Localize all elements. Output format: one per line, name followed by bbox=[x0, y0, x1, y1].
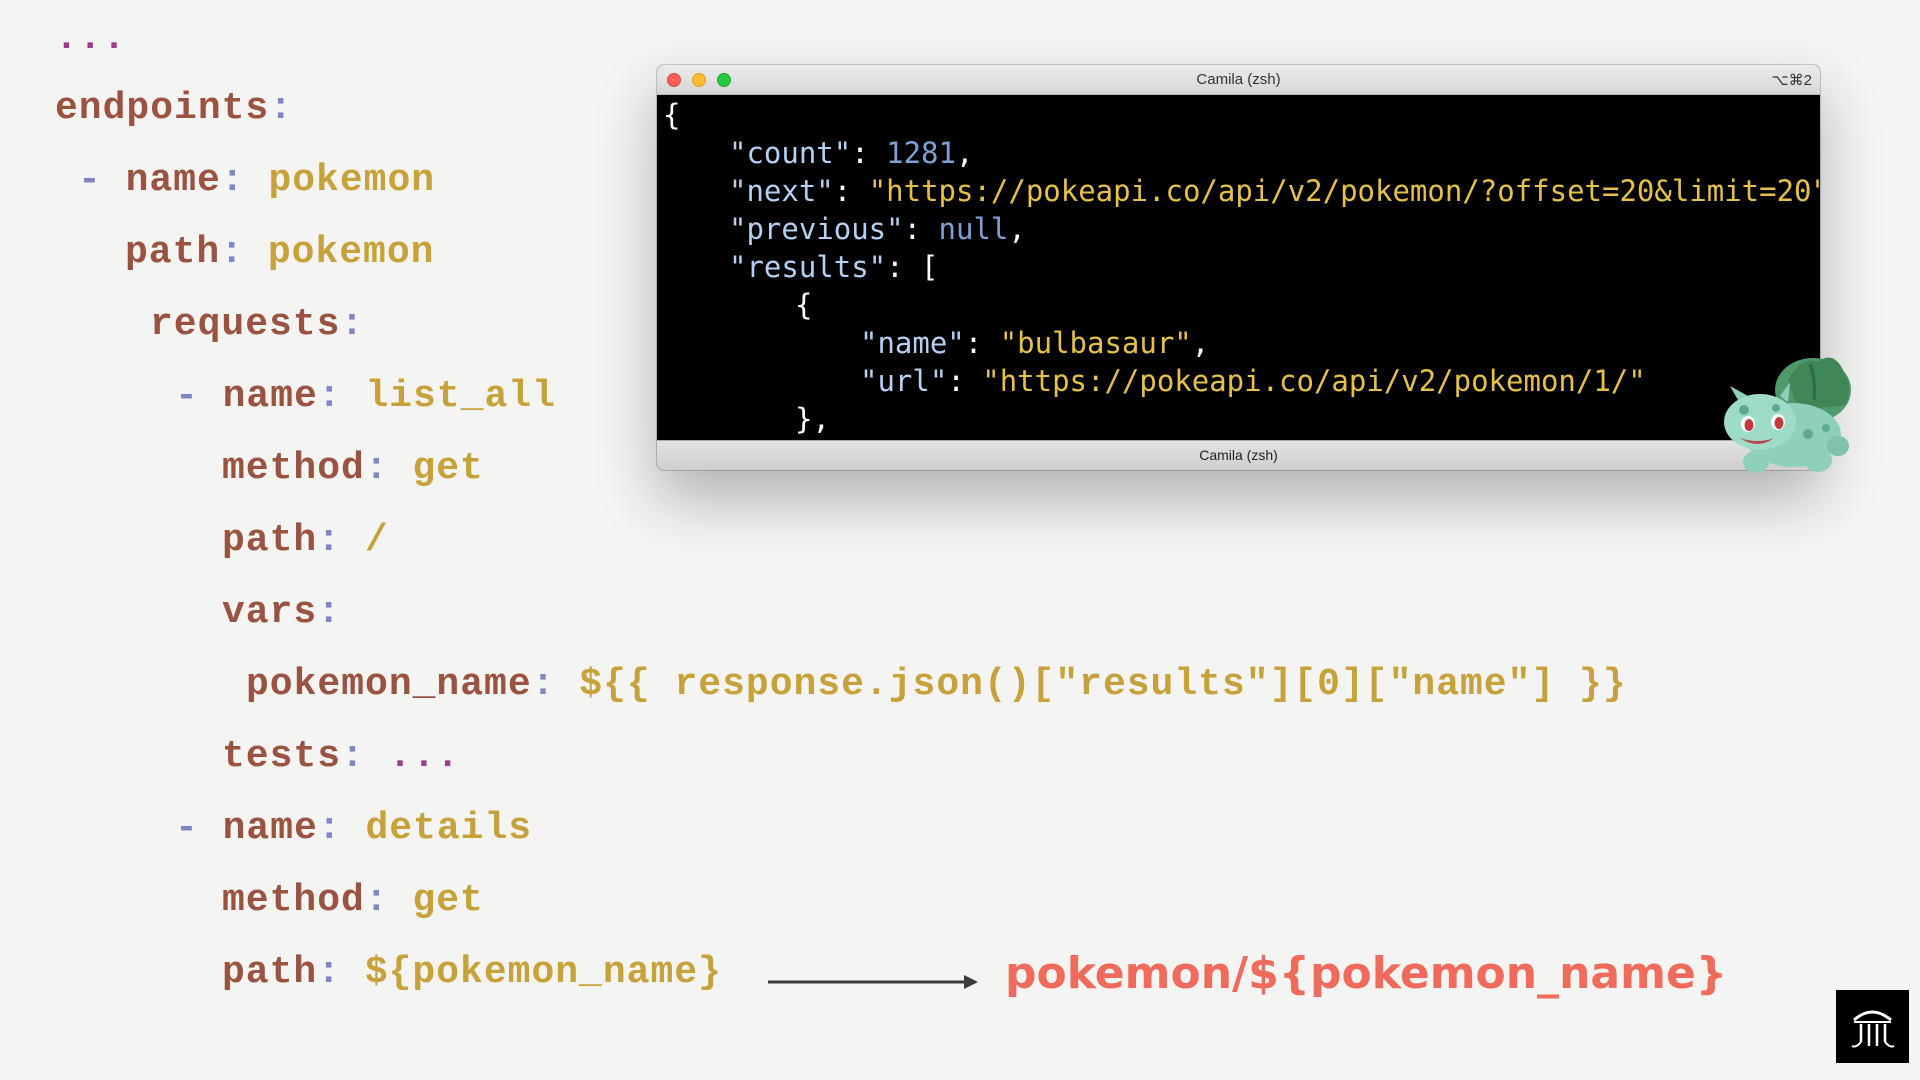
yaml-line: endpoints: bbox=[55, 86, 293, 132]
code-token: "count" bbox=[729, 136, 852, 170]
code-token: ${{ response.json()["results"][0]["name"… bbox=[579, 663, 1627, 706]
yaml-line: method: get bbox=[222, 878, 484, 924]
code-token: : bbox=[317, 951, 365, 994]
yaml-line: ... bbox=[55, 16, 126, 62]
code-token: path bbox=[125, 231, 221, 274]
code-token: vars bbox=[222, 591, 318, 634]
code-token: / bbox=[364, 519, 389, 562]
code-token: pokemon_name bbox=[246, 663, 532, 706]
code-token: : bbox=[341, 735, 389, 778]
code-token: - bbox=[175, 375, 223, 418]
code-token: : bbox=[220, 159, 269, 202]
code-token: tests bbox=[222, 735, 342, 778]
code-token: path bbox=[222, 951, 318, 994]
code-token: : bbox=[364, 879, 413, 922]
terminal-title: Camila (zsh) bbox=[1196, 71, 1281, 88]
yaml-line: tests: ... bbox=[222, 734, 460, 780]
yaml-line: path: pokemon bbox=[125, 230, 434, 276]
logo-icon bbox=[1836, 990, 1909, 1063]
code-token: "https://pokeapi.co/api/v2/pokemon/?offs… bbox=[868, 174, 1820, 208]
yaml-line: - name: list_all bbox=[175, 374, 556, 420]
json-line: { bbox=[795, 286, 812, 324]
code-token: "url" bbox=[860, 364, 948, 398]
code-token: name bbox=[222, 375, 318, 418]
code-token: name bbox=[125, 159, 221, 202]
code-token: path bbox=[222, 519, 318, 562]
code-token: : bbox=[317, 375, 366, 418]
code-token: { bbox=[795, 288, 813, 322]
yaml-line: - name: pokemon bbox=[78, 158, 435, 204]
yaml-line: - name: details bbox=[175, 806, 532, 852]
code-token: : bbox=[531, 663, 580, 706]
json-line: "name": "bulbasaur", bbox=[860, 324, 1209, 362]
code-token: "bulbasaur" bbox=[999, 326, 1192, 360]
json-line: "url": "https://pokeapi.co/api/v2/pokemo… bbox=[860, 362, 1646, 400]
yaml-line: vars: bbox=[222, 590, 341, 636]
code-token: : bbox=[947, 364, 983, 398]
code-token: ... bbox=[55, 17, 127, 60]
code-token: : bbox=[364, 447, 413, 490]
code-token: : bbox=[317, 807, 366, 850]
code-token: details bbox=[365, 807, 533, 850]
code-token: get bbox=[412, 447, 484, 490]
terminal-statusbar: Camila (zsh) bbox=[657, 440, 1820, 470]
code-token: }, bbox=[795, 402, 830, 436]
code-token: : bbox=[903, 212, 939, 246]
code-token: : bbox=[220, 231, 268, 274]
json-line: }, bbox=[795, 400, 830, 438]
yaml-line: path: / bbox=[222, 518, 389, 564]
code-token: get bbox=[412, 879, 484, 922]
code-token: 1281 bbox=[886, 136, 956, 170]
code-token: requests bbox=[150, 303, 341, 346]
code-token: endpoints bbox=[55, 87, 270, 130]
code-token: pokemon bbox=[268, 159, 436, 202]
arrow-right-icon bbox=[768, 975, 978, 989]
code-token: null bbox=[938, 212, 1009, 246]
json-line: "previous": null, bbox=[729, 210, 1026, 248]
yaml-line: path: ${pokemon_name} bbox=[222, 950, 722, 996]
code-token: , bbox=[955, 136, 974, 170]
code-token: - bbox=[175, 807, 223, 850]
code-token: "previous" bbox=[729, 212, 904, 246]
code-token: "https://pokeapi.co/api/v2/pokemon/1/" bbox=[982, 364, 1646, 398]
yaml-line: method: get bbox=[222, 446, 484, 492]
json-line: "count": 1281, bbox=[729, 134, 973, 172]
code-token: "next" bbox=[729, 174, 834, 208]
code-token: : bbox=[964, 326, 1000, 360]
yaml-line: pokemon_name: ${{ response.json()["resul… bbox=[246, 662, 1627, 708]
terminal-shortcut: ⌥⌘2 bbox=[1771, 72, 1812, 89]
code-token: : bbox=[340, 303, 365, 346]
json-line: { bbox=[663, 96, 680, 134]
code-token: : bbox=[833, 174, 869, 208]
code-token: : bbox=[317, 591, 342, 634]
code-token: name bbox=[222, 807, 318, 850]
code-token: ... bbox=[388, 735, 461, 778]
terminal-window[interactable]: Camila (zsh) ⌥⌘2 { "count": 1281, "next"… bbox=[657, 65, 1820, 470]
code-token: ${pokemon_name} bbox=[364, 951, 722, 994]
code-token: , bbox=[1008, 212, 1026, 246]
code-token: { bbox=[663, 98, 681, 132]
code-token: "results" bbox=[729, 250, 887, 284]
json-line: "next": "https://pokeapi.co/api/v2/pokem… bbox=[729, 172, 1820, 210]
code-token: , bbox=[1191, 326, 1210, 360]
terminal-titlebar[interactable]: Camila (zsh) ⌥⌘2 bbox=[657, 65, 1820, 95]
yaml-line: requests: bbox=[150, 302, 364, 348]
code-token: - bbox=[78, 159, 126, 202]
code-token: pokemon bbox=[267, 231, 435, 274]
code-token: "name" bbox=[860, 326, 965, 360]
code-token: : [ bbox=[886, 250, 939, 284]
terminal-output[interactable]: { "count": 1281, "next": "https://pokeap… bbox=[657, 95, 1820, 441]
code-token: : bbox=[851, 136, 887, 170]
bulbasaur-icon bbox=[1724, 357, 1851, 473]
json-line: "results": [ bbox=[729, 248, 939, 286]
code-token: method bbox=[222, 447, 365, 490]
resolved-path-label: pokemon/${pokemon_name} bbox=[1005, 948, 1728, 999]
code-token: method bbox=[222, 879, 365, 922]
code-token: list_all bbox=[365, 375, 556, 418]
code-token: : bbox=[317, 519, 365, 562]
code-token: : bbox=[269, 87, 294, 130]
